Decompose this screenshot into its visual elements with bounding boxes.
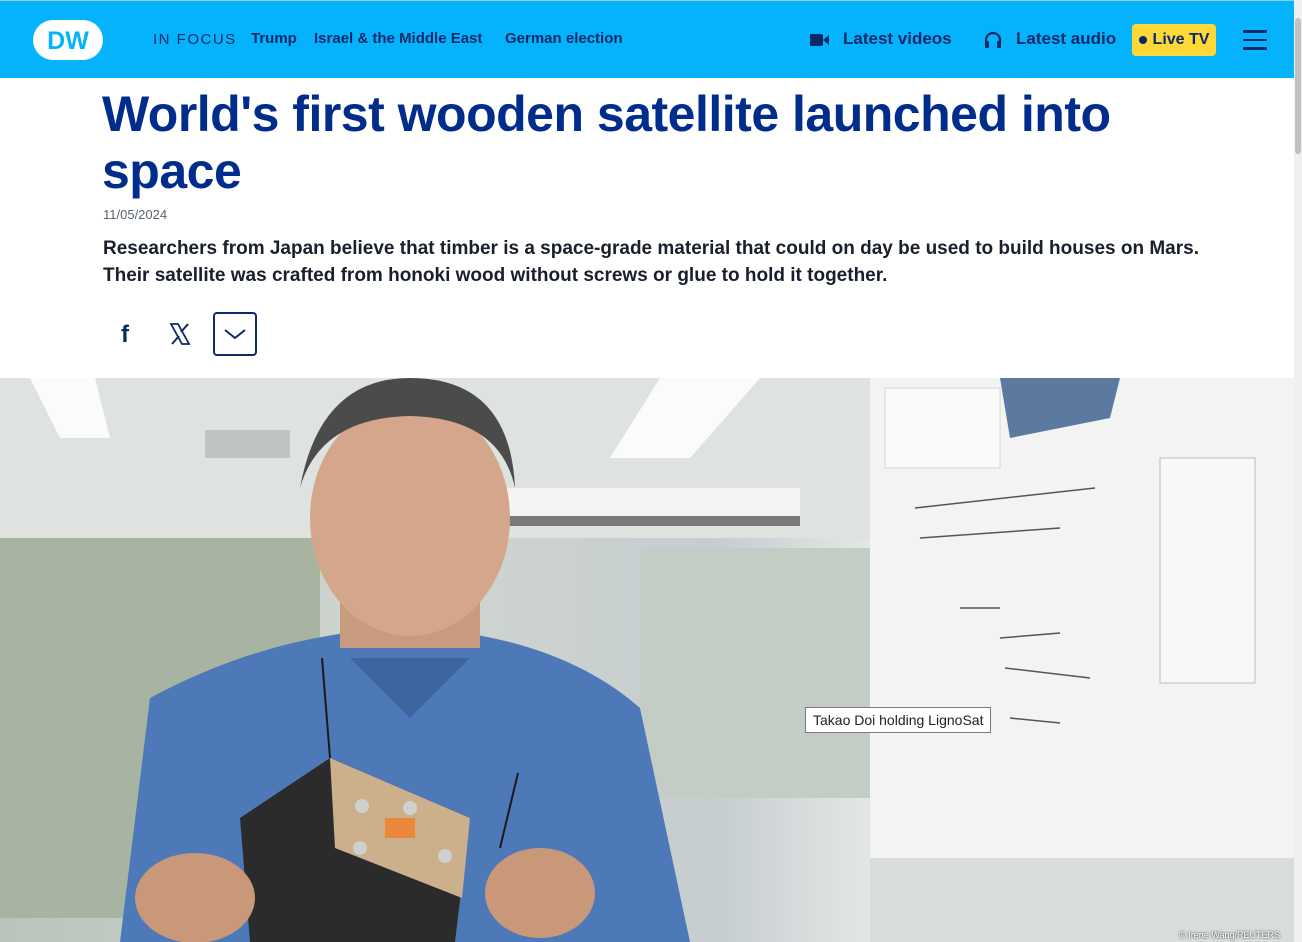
video-camera-icon [810, 34, 829, 46]
nav-link-trump[interactable]: Trump [251, 30, 297, 47]
photo-credit: © Irene Wang/REUTERS [1179, 930, 1280, 940]
image-tooltip: Takao Doi holding LignoSat [805, 707, 992, 733]
facebook-icon[interactable]: f [112, 318, 138, 350]
share-more-button[interactable] [213, 312, 257, 356]
live-dot-icon [1138, 36, 1147, 44]
article-title: World's first wooden satellite launched … [102, 86, 1111, 199]
scrollbar-thumb[interactable] [1295, 18, 1301, 154]
latest-videos-link[interactable]: Latest videos [843, 29, 952, 49]
article-date: 11/05/2024 [103, 207, 168, 222]
nav-link-german-election[interactable]: German election [505, 30, 623, 47]
nav-link-israel-middle-east[interactable]: Israel & the Middle East [314, 30, 482, 47]
hamburger-menu-icon[interactable] [1243, 30, 1267, 50]
x-icon[interactable] [167, 320, 193, 348]
dw-logo-icon[interactable]: DW [33, 20, 103, 60]
page-scrollbar[interactable] [1294, 0, 1302, 942]
svg-text:DW: DW [47, 27, 89, 55]
svg-text:f: f [121, 321, 130, 348]
hero-image: © Irene Wang/REUTERS [0, 378, 1294, 942]
latest-audio-link[interactable]: Latest audio [1016, 29, 1116, 49]
nav-in-focus-label: IN FOCUS [153, 31, 237, 48]
site-header: DW IN FOCUS Trump Israel & the Middle Ea… [0, 0, 1294, 78]
live-tv-button[interactable]: Live TV [1132, 24, 1216, 56]
live-tv-label: Live TV [1152, 31, 1210, 48]
chevron-down-icon [224, 329, 246, 340]
photo-illustration [0, 378, 1294, 942]
article-teaser: Researchers from Japan believe that timb… [103, 238, 1199, 286]
headphones-icon [984, 31, 1002, 48]
